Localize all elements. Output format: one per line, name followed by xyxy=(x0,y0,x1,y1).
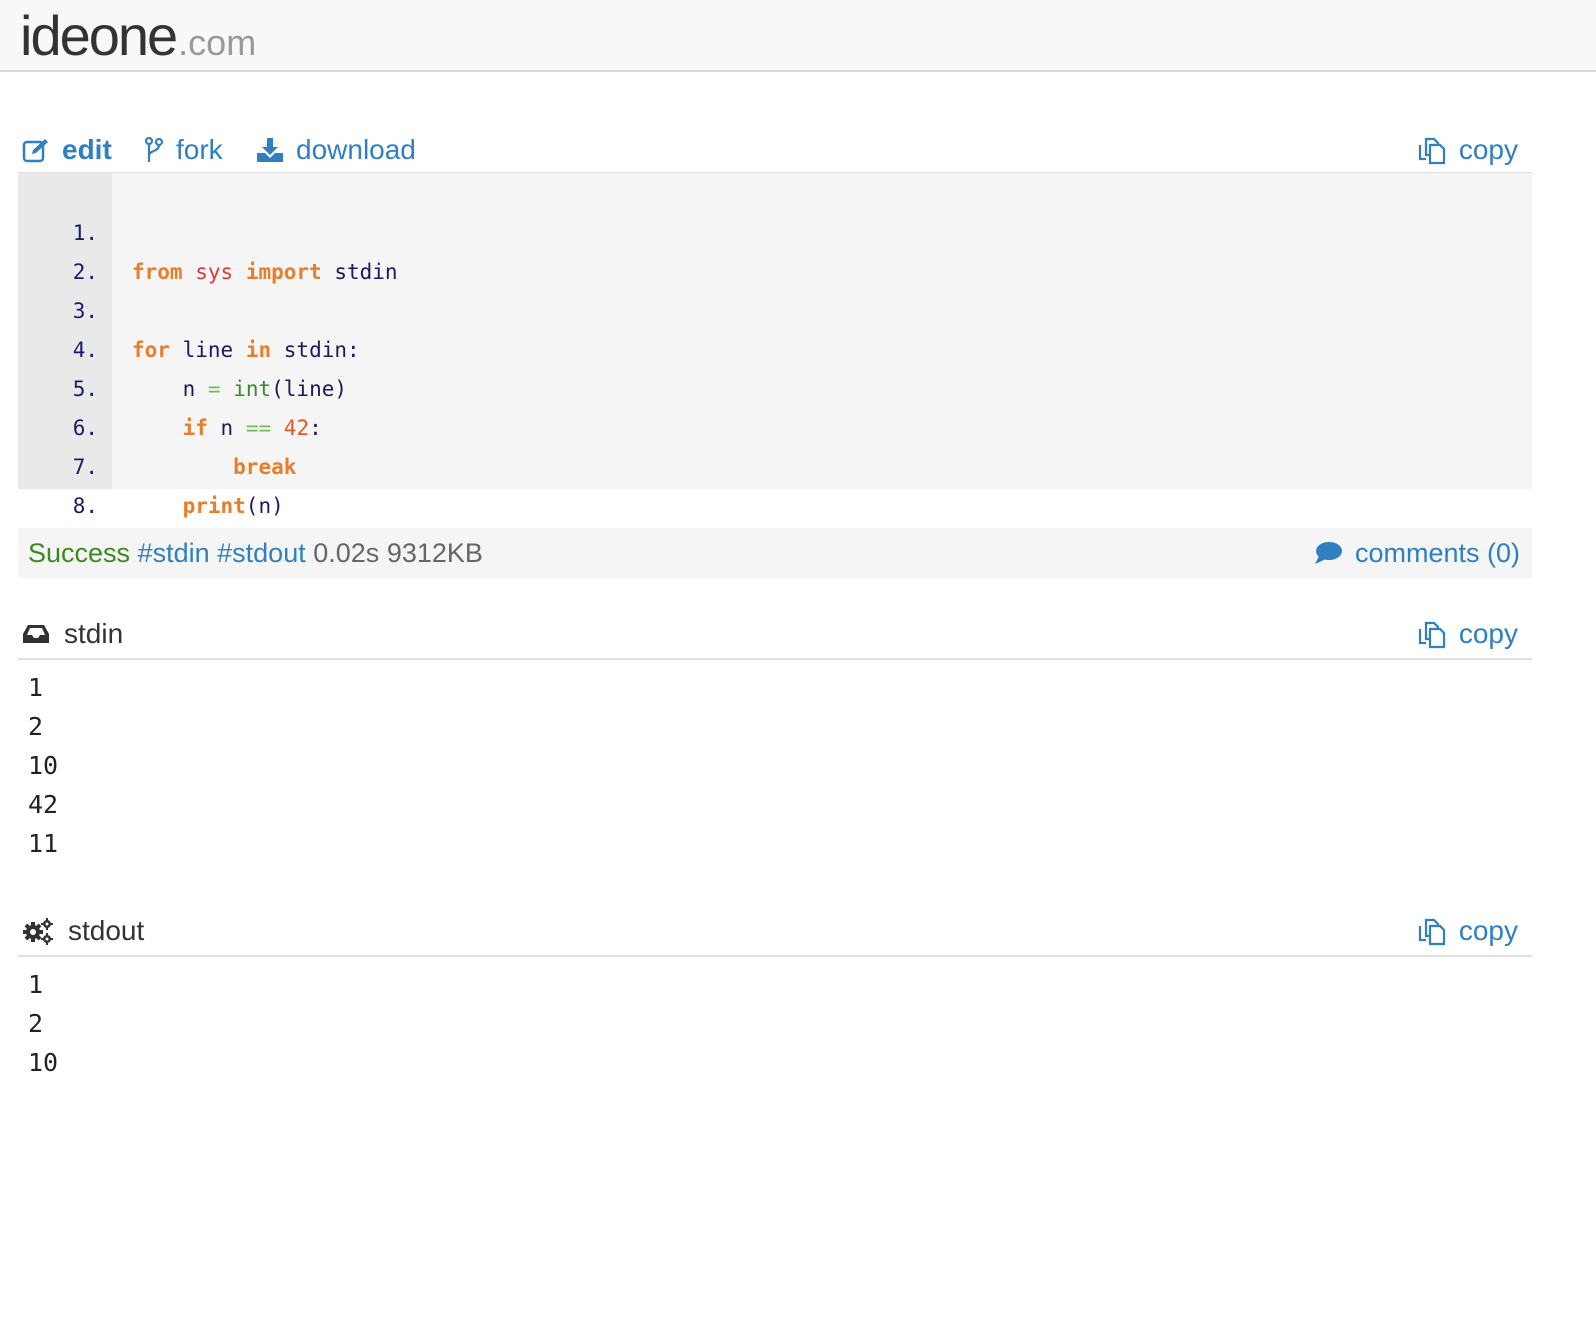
stdout-content: 1 2 10 xyxy=(28,965,58,1082)
fork-icon xyxy=(144,136,164,162)
code-line: 5. if n == 42: xyxy=(18,331,322,440)
stdout-title: stdout xyxy=(22,915,144,947)
stdin-title: stdin xyxy=(22,618,123,650)
code-line: 6. break xyxy=(18,370,297,479)
fork-link[interactable]: fork xyxy=(144,134,223,166)
gears-icon xyxy=(23,918,53,945)
edit-link[interactable]: edit xyxy=(22,134,112,166)
stdin-content: 1 2 10 42 11 xyxy=(28,668,58,863)
inbox-icon xyxy=(23,625,49,643)
stdout-title-label: stdout xyxy=(68,915,145,946)
download-label: download xyxy=(296,134,416,165)
line-number: 8. xyxy=(72,494,98,518)
code-toolbar: edit fork download copy xyxy=(18,130,1532,170)
stdout-line: 2 xyxy=(28,1009,44,1038)
run-time: 0.02s xyxy=(313,538,380,568)
tag-stdout-link[interactable]: #stdout xyxy=(217,538,306,568)
status-summary: Success #stdin #stdout 0.02s 9312KB xyxy=(28,528,483,578)
source-code-view[interactable]: 1. from sys import stdin 2. 3. for line … xyxy=(18,172,1532,518)
code-line: 2. xyxy=(18,214,98,284)
comments-link[interactable]: comments (0) xyxy=(1313,528,1520,578)
stdin-title-label: stdin xyxy=(64,618,124,649)
site-header: ideone.com xyxy=(0,0,1596,72)
tag-stdin-link[interactable]: #stdin xyxy=(138,538,210,568)
fork-label: fork xyxy=(176,134,223,165)
copy-icon xyxy=(1418,918,1445,946)
stdout-copy-button[interactable]: copy xyxy=(1417,915,1518,947)
code-line: 1. from sys import stdin xyxy=(18,175,398,284)
stdin-section-header: stdin copy xyxy=(18,618,1532,660)
download-link[interactable]: download xyxy=(256,134,416,166)
code-line: 7. print(n) xyxy=(18,409,284,518)
edit-icon xyxy=(22,139,48,163)
code-text: if n == 42: xyxy=(182,416,322,440)
code-line: 4. n = int(line) xyxy=(18,292,347,401)
stdin-line: 2 xyxy=(28,712,44,741)
copy-label: copy xyxy=(1458,915,1518,946)
copy-label: copy xyxy=(1458,618,1518,649)
code-copy-button[interactable]: copy xyxy=(1417,134,1518,166)
stdin-line: 10 xyxy=(28,751,59,780)
code-text: print(n) xyxy=(182,494,284,518)
memory-usage: 9312KB xyxy=(386,538,483,568)
code-line: 8. xyxy=(18,448,98,518)
stdin-line: 11 xyxy=(28,829,59,858)
code-text: n = int(line) xyxy=(182,377,347,401)
copy-icon xyxy=(1418,621,1445,649)
ideone-logo[interactable]: ideone.com xyxy=(20,8,256,71)
comments-label: comments (0) xyxy=(1354,538,1520,568)
stdin-line: 42 xyxy=(28,790,59,819)
edit-label: edit xyxy=(62,134,112,165)
stdout-section-header: stdout copy xyxy=(18,915,1532,957)
code-text: for line in stdin: xyxy=(132,338,360,362)
stdin-line: 1 xyxy=(28,673,44,702)
run-status-bar: Success #stdin #stdout 0.02s 9312KB comm… xyxy=(18,528,1532,578)
code-text: break xyxy=(233,455,297,479)
copy-icon xyxy=(1418,137,1445,165)
download-icon xyxy=(257,138,283,162)
stdout-line: 1 xyxy=(28,970,44,999)
copy-label: copy xyxy=(1458,134,1518,165)
code-text: from sys import stdin xyxy=(132,260,398,284)
stdin-copy-button[interactable]: copy xyxy=(1417,618,1518,650)
logo-main: ideone xyxy=(20,4,178,67)
logo-tld: .com xyxy=(178,22,257,63)
status-result: Success xyxy=(28,538,131,568)
stdout-line: 10 xyxy=(28,1048,59,1077)
code-line: 3. for line in stdin: xyxy=(18,253,360,362)
comment-icon xyxy=(1314,542,1342,564)
